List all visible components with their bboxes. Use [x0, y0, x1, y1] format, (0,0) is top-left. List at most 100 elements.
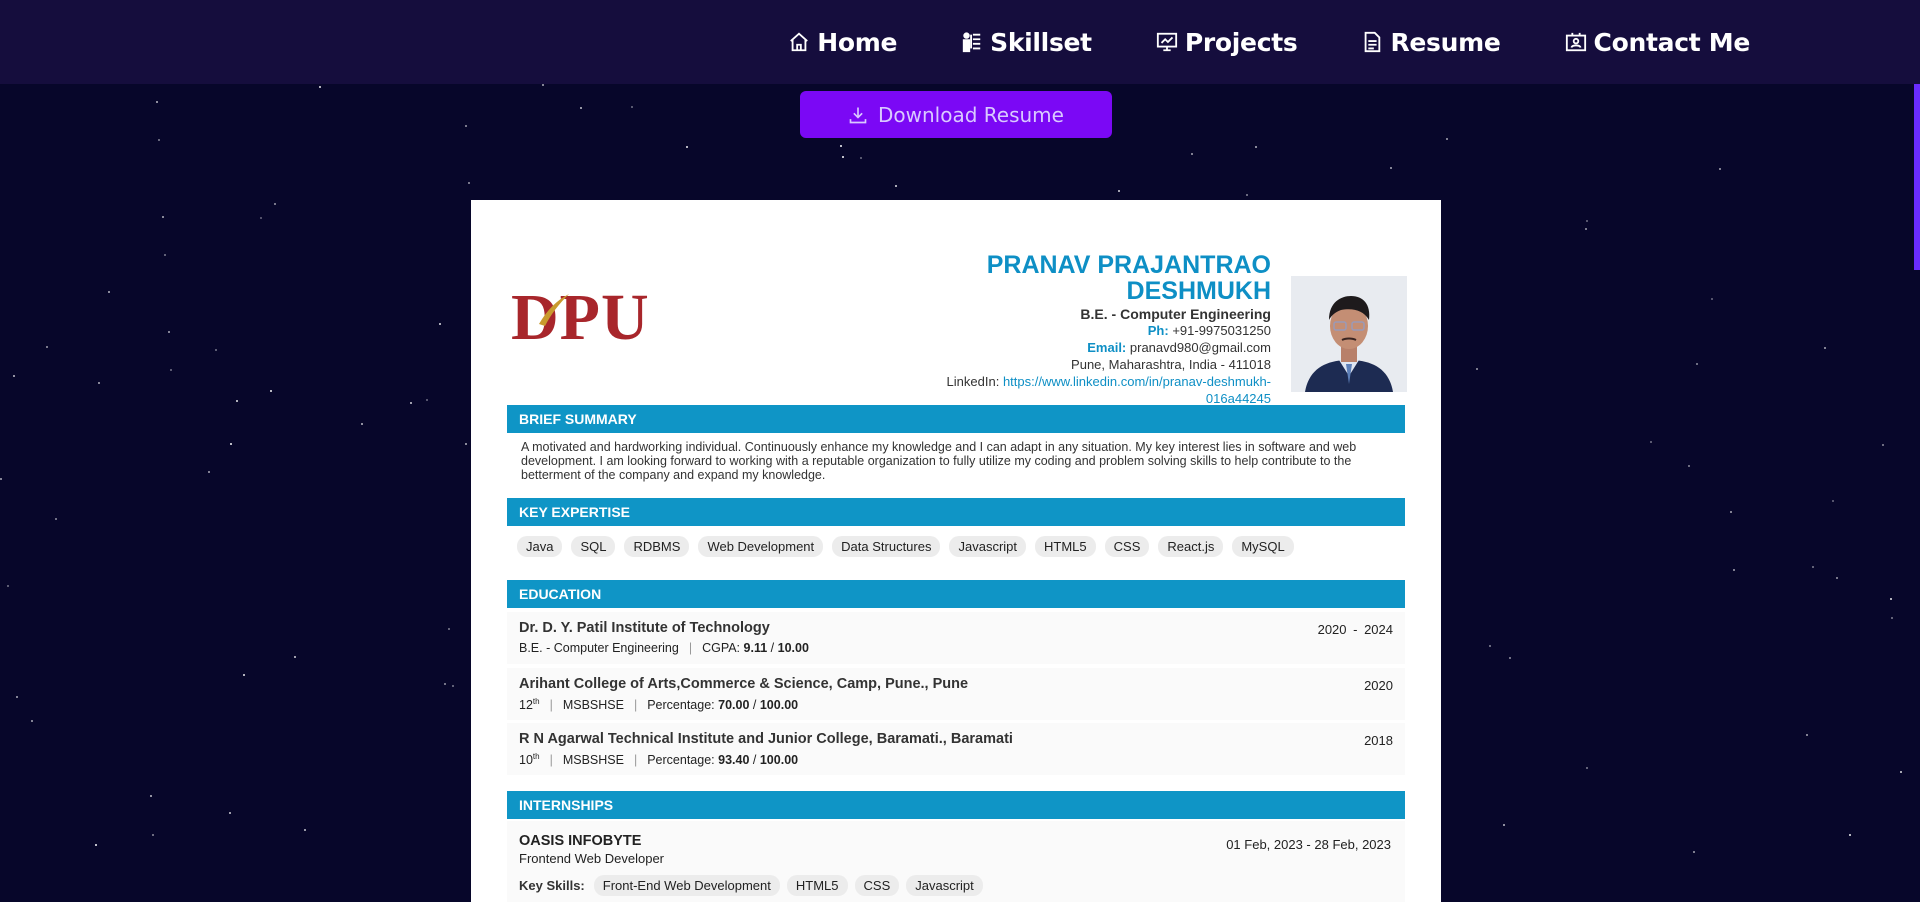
star	[1891, 617, 1893, 619]
star	[164, 254, 166, 256]
education-row: Arihant College of Arts,Commerce & Scien…	[507, 668, 1405, 720]
star	[1890, 598, 1892, 600]
education-year: 2020	[1364, 678, 1393, 693]
star	[274, 203, 276, 205]
education-score-slash: /	[770, 641, 775, 655]
linkedin-link-continued[interactable]: 016a44245	[1206, 391, 1271, 406]
star	[158, 139, 160, 141]
star	[1882, 444, 1884, 446]
star	[208, 471, 210, 473]
star	[1509, 657, 1511, 659]
star	[16, 696, 18, 698]
star	[1832, 500, 1834, 502]
nav-home-label: Home	[817, 27, 898, 57]
internship-role: Frontend Web Developer	[519, 851, 665, 866]
star	[1246, 194, 1248, 196]
star	[1650, 441, 1652, 443]
education-score-label: Percentage:	[647, 698, 715, 713]
star	[304, 829, 306, 831]
education-year: 2018	[1364, 733, 1393, 748]
star	[215, 349, 217, 351]
star	[168, 331, 170, 333]
star	[1696, 363, 1698, 365]
star	[170, 369, 172, 371]
star	[452, 685, 454, 687]
education-institute: Dr. D. Y. Patil Institute of Technology	[519, 620, 770, 636]
star	[842, 156, 844, 158]
education-grade-suffix: th	[532, 697, 540, 706]
email-line: Email: pranavd980@gmail.com	[831, 339, 1271, 356]
resume-document: DPU PRANAV PRAJANTRAO DESHMUKH B.E. - Co…	[471, 200, 1441, 902]
star	[410, 402, 412, 404]
education-degree: B.E. - Computer Engineering	[519, 641, 679, 655]
nav-projects-label: Projects	[1184, 27, 1298, 57]
skill-chip: React.js	[1158, 536, 1224, 557]
profile-photo-image	[1291, 276, 1407, 392]
star	[108, 291, 110, 293]
summary-text: A motivated and hardworking individual. …	[521, 440, 1357, 482]
star	[1836, 577, 1838, 579]
internship-skill-chip: Javascript	[906, 875, 983, 896]
star	[686, 146, 688, 148]
separator: |	[549, 753, 553, 768]
contact-icon	[1565, 32, 1586, 52]
star	[1711, 298, 1713, 300]
star	[840, 145, 842, 147]
separator: |	[633, 753, 638, 768]
star	[1586, 767, 1588, 769]
skill-chip: Data Structures	[832, 536, 941, 557]
star	[319, 86, 321, 88]
education-grade: 10	[519, 753, 533, 768]
star	[542, 84, 544, 86]
education-row: Dr. D. Y. Patil Institute of Technology …	[507, 612, 1405, 664]
education-detail: 10th | MSBSHSE | Percentage: 93.40 / 100.00	[519, 752, 1393, 767]
education-year: 2020 - 2024	[1317, 622, 1393, 637]
nav-resume[interactable]: Resume	[1361, 28, 1501, 57]
star	[439, 323, 441, 325]
education-board: MSBSHSE	[562, 698, 624, 713]
star	[465, 443, 467, 445]
logo-text: DPU	[511, 281, 650, 354]
key-skills-label: Key Skills:	[519, 878, 585, 893]
profile-photo	[1291, 276, 1407, 392]
star	[243, 674, 245, 676]
section-internships-header: INTERNSHIPS	[507, 791, 1405, 819]
download-resume-button[interactable]: Download Resume	[800, 91, 1112, 138]
star	[580, 107, 582, 109]
separator: |	[688, 641, 693, 655]
star	[426, 399, 428, 401]
education-score-slash: /	[752, 753, 757, 768]
phone-line: Ph: +91-9975031250	[831, 322, 1271, 339]
nav-contact-label: Contact Me	[1593, 27, 1751, 57]
page-scrollbar[interactable]	[1914, 84, 1920, 270]
star	[895, 185, 897, 187]
education-detail: 12th | MSBSHSE | Percentage: 70.00 / 100.00	[519, 697, 1393, 712]
education-row: R N Agarwal Technical Institute and Juni…	[507, 723, 1405, 775]
star	[1733, 569, 1735, 571]
star	[55, 518, 57, 520]
linkedin-link[interactable]: https://www.linkedin.com/in/pranav-deshm…	[1003, 374, 1271, 389]
star	[1693, 851, 1695, 853]
email-value: pranavd980@gmail.com	[1129, 340, 1271, 355]
nav-skillset[interactable]: Skillset	[961, 28, 1092, 57]
star	[631, 106, 633, 108]
projects-icon	[1156, 32, 1177, 52]
email-label: Email:	[1087, 340, 1127, 355]
star	[260, 217, 262, 219]
internship-dates: 01 Feb, 2023 - 28 Feb, 2023	[1226, 837, 1391, 852]
internship-skill-chip: CSS	[854, 875, 900, 896]
linkedin-line: LinkedIn: https://www.linkedin.com/in/pr…	[831, 373, 1271, 390]
skill-chip: Java	[517, 536, 563, 557]
education-score-max: 100.00	[759, 698, 799, 713]
star	[1446, 138, 1448, 140]
star	[468, 182, 470, 184]
star	[1255, 146, 1257, 148]
star	[156, 101, 158, 103]
nav-contact[interactable]: Contact Me	[1565, 28, 1750, 57]
star	[7, 585, 9, 587]
nav-projects[interactable]: Projects	[1156, 28, 1298, 57]
education-grade-suffix: th	[532, 752, 540, 761]
nav-home[interactable]: Home	[788, 28, 897, 57]
skillset-icon	[962, 32, 981, 53]
star	[1191, 153, 1193, 155]
